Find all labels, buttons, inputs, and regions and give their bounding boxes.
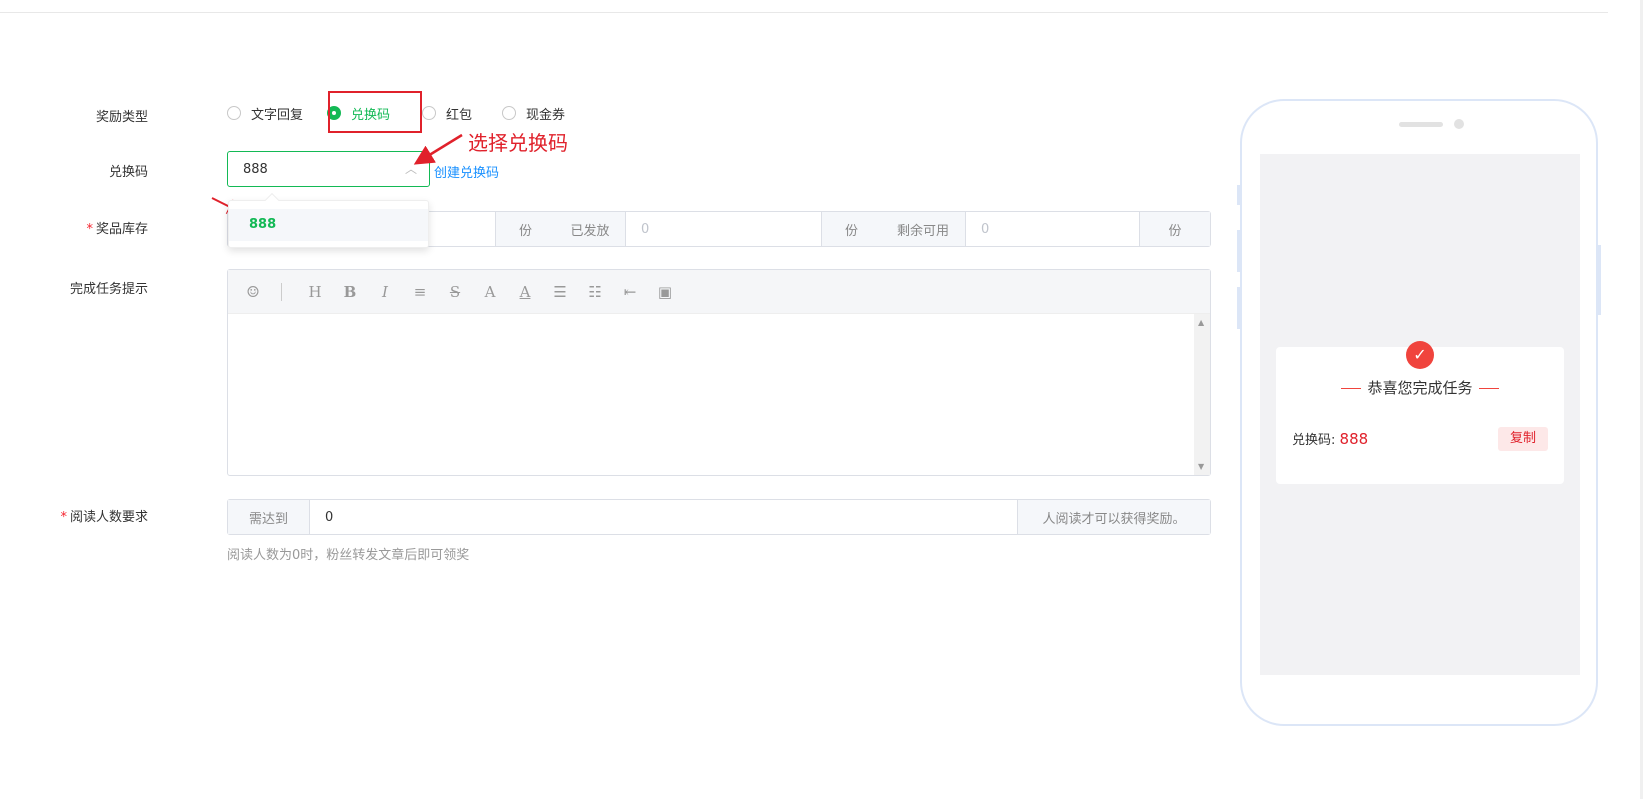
radio-label: 文字回复	[251, 107, 304, 123]
image-icon[interactable]: ▣	[656, 283, 674, 301]
title-decoration	[1478, 388, 1499, 389]
radio-label: 红包	[446, 107, 473, 123]
reward-type-label: 奖励类型	[95, 110, 148, 125]
rich-text-editor[interactable]: ☺ H B I ≡ S A A ☰ ☷ ⇤ ▣ ▲ ▼	[227, 269, 1211, 476]
issued-unit: 份	[821, 212, 881, 246]
preview-code-label: 兑换码:	[1292, 433, 1336, 448]
read-prefix: 需达到	[228, 500, 310, 534]
annotation-text: 选择兑换码	[468, 131, 568, 155]
italic-icon[interactable]: I	[376, 283, 394, 301]
remaining-unit: 份	[1139, 212, 1210, 246]
phone-side-button	[1237, 230, 1241, 272]
font-color-icon[interactable]: A	[481, 283, 499, 301]
preview-code-value: 888	[1339, 430, 1369, 448]
align-icon[interactable]: ≡	[411, 283, 429, 301]
phone-side-button	[1597, 245, 1601, 315]
top-divider	[0, 12, 1608, 13]
editor-toolbar: ☺ H B I ≡ S A A ☰ ☷ ⇤ ▣	[228, 270, 1210, 314]
phone-speaker	[1399, 122, 1443, 127]
check-icon: ✓	[1406, 341, 1434, 369]
code-label: 兑换码	[108, 165, 148, 180]
remaining-input[interactable]: 0	[965, 212, 1139, 246]
phone-side-button	[1237, 287, 1241, 329]
read-label-text: 阅读人数要求	[69, 510, 148, 525]
dropdown-option[interactable]: 888	[229, 209, 428, 241]
stock-label: * 奖品库存	[0, 218, 148, 237]
radio-circle-icon	[502, 106, 517, 120]
copy-button[interactable]: 复制	[1498, 427, 1548, 451]
issued-label: 已发放	[555, 212, 625, 246]
remaining-label: 剩余可用	[881, 212, 965, 246]
read-input-group: 需达到 0 人阅读才可以获得奖励。	[227, 499, 1211, 535]
radio-circle-icon	[422, 106, 437, 120]
code-dropdown: 888	[228, 192, 429, 248]
radio-cash-coupon[interactable]: 现金券	[502, 104, 565, 123]
indent-icon[interactable]: ⇤	[621, 283, 639, 301]
phone-camera	[1454, 119, 1464, 129]
read-suffix: 人阅读才可以获得奖励。	[1017, 500, 1210, 534]
bg-color-icon[interactable]: A	[516, 283, 534, 301]
phone-screen: ✓ 恭喜您完成任务 兑换码: 888 复制	[1260, 154, 1580, 675]
success-card: ✓ 恭喜您完成任务 兑换码: 888 复制	[1276, 341, 1564, 484]
success-title-text: 恭喜您完成任务	[1367, 379, 1473, 397]
title-decoration	[1341, 388, 1362, 389]
scroll-up-icon[interactable]: ▲	[1198, 318, 1204, 327]
phone-preview: ✓ 恭喜您完成任务 兑换码: 888 复制	[1240, 99, 1598, 726]
unordered-list-icon[interactable]: ☷	[586, 283, 604, 301]
radio-text-reply[interactable]: 文字回复	[227, 104, 303, 123]
radio-red-packet[interactable]: 红包	[422, 104, 472, 123]
radio-circle-icon	[227, 106, 241, 120]
emoji-icon[interactable]: ☺	[244, 283, 262, 301]
stock-label-text: 奖品库存	[95, 222, 148, 237]
success-title: 恭喜您完成任务	[1276, 377, 1564, 398]
read-label: * 阅读人数要求	[0, 506, 148, 525]
radio-label: 现金券	[526, 107, 566, 123]
required-asterisk: *	[60, 510, 67, 525]
editor-scrollbar[interactable]: ▲ ▼	[1194, 314, 1210, 475]
tip-label: 完成任务提示	[69, 282, 148, 297]
preview-code: 兑换码: 888	[1292, 429, 1368, 448]
toolbar-divider	[281, 282, 282, 301]
phone-side-button	[1237, 185, 1241, 205]
bold-icon[interactable]: B	[341, 283, 359, 301]
annotation-arrow-select	[413, 133, 463, 165]
scroll-down-icon[interactable]: ▼	[1198, 462, 1204, 471]
heading-icon[interactable]: H	[306, 283, 324, 301]
required-asterisk: *	[86, 222, 93, 237]
ordered-list-icon[interactable]: ☰	[551, 283, 569, 301]
issued-input[interactable]: 0	[625, 212, 821, 246]
page: 奖励类型 文字回复 兑换码 红包 现金券 兑换码 888 ︿ 创建兑换码 选择兑…	[0, 0, 1643, 799]
read-input[interactable]: 0	[310, 500, 1017, 534]
strikethrough-icon[interactable]: S	[446, 283, 464, 301]
stock-unit: 份	[495, 212, 555, 246]
read-hint: 阅读人数为0时，粉丝转发文章后即可领奖	[227, 548, 470, 563]
